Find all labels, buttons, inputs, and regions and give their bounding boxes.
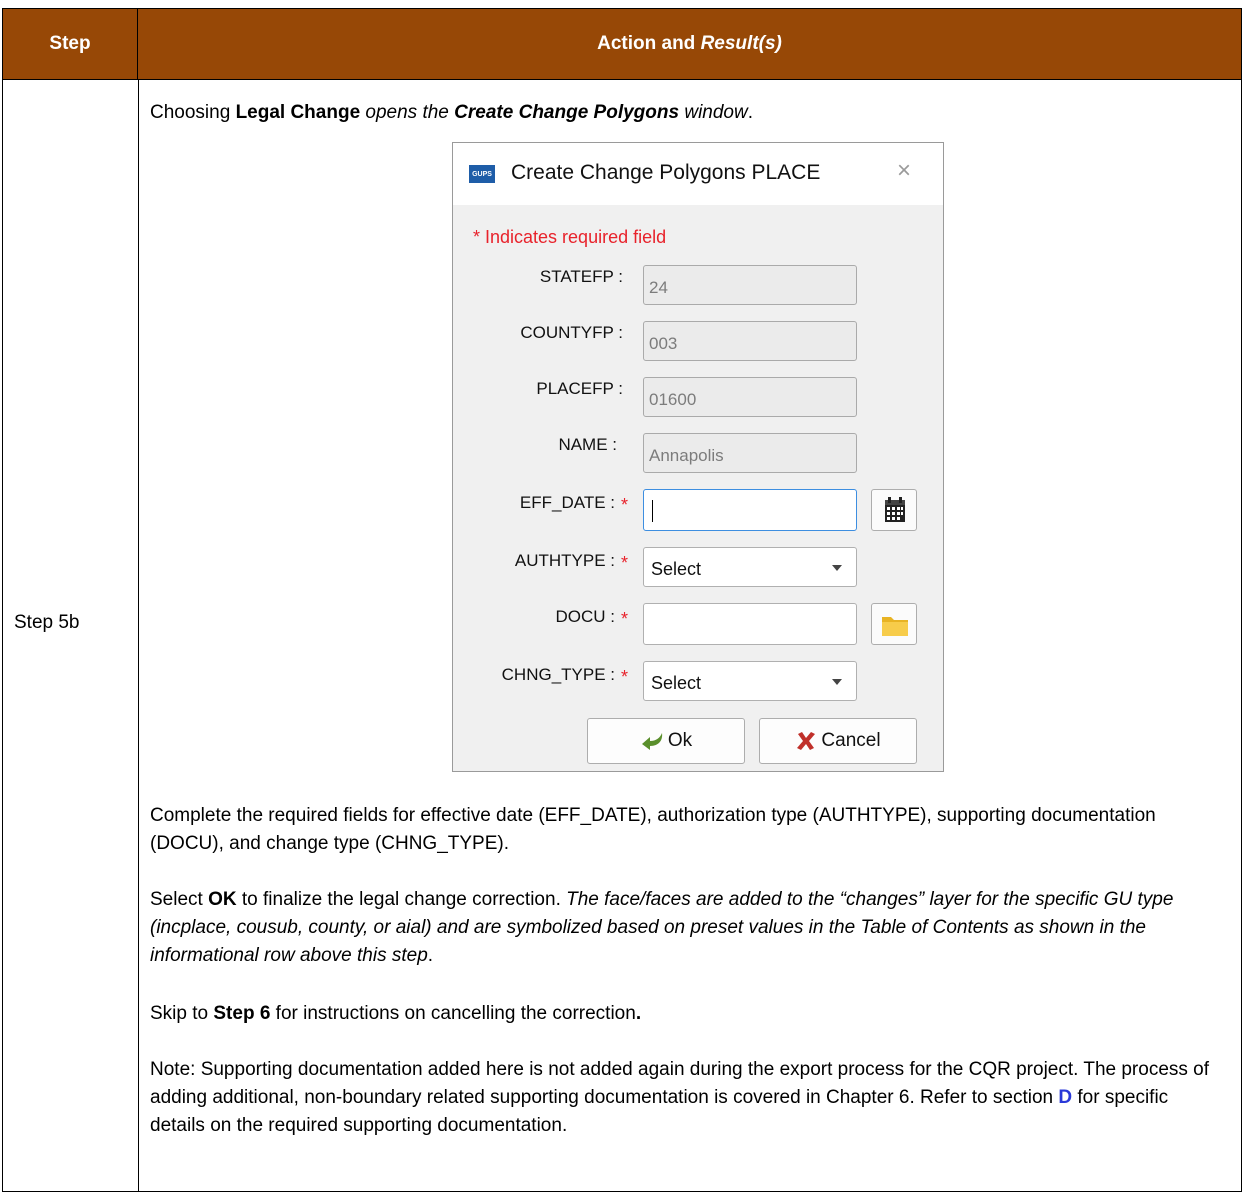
countyfp-label: COUNTYFP : — [520, 323, 623, 342]
browse-folder-button[interactable] — [871, 603, 917, 645]
chng-type-label: CHNG_TYPE : — [501, 665, 615, 684]
section-d-link[interactable]: D — [1058, 1087, 1072, 1108]
table-header: Step Action and Result(s) — [3, 9, 1241, 79]
chng-type-select[interactable]: Select — [643, 661, 857, 701]
column-divider — [138, 79, 139, 1191]
authtype-label: AUTHTYPE : — [514, 551, 615, 570]
gups-logo-icon: GUPS — [469, 165, 495, 183]
step-label: Step 5b — [14, 612, 80, 633]
folder-icon — [882, 617, 908, 636]
authtype-selected-value: Select — [651, 559, 702, 579]
cancel-button-label: Cancel — [821, 730, 881, 751]
header-result-text: Result(s) — [700, 33, 782, 54]
paragraph-select-ok: Select OK to finalize the legal change c… — [150, 889, 1174, 966]
placefp-field: 01600 — [643, 377, 857, 417]
paragraph-note: Note: Supporting documentation added her… — [150, 1059, 1215, 1136]
close-icon[interactable]: × — [897, 157, 911, 185]
required-field-note: * Indicates required field — [473, 227, 667, 247]
countyfp-field: 003 — [643, 321, 857, 361]
chevron-down-icon — [832, 565, 842, 571]
header-action: Action and Result(s) — [138, 9, 1241, 79]
chevron-down-icon — [832, 679, 842, 685]
header-step: Step — [3, 9, 138, 79]
cancel-button[interactable]: Cancel — [759, 718, 917, 764]
header-action-text: Action and — [597, 33, 701, 54]
text-caret — [652, 500, 653, 522]
dialog-titlebar: GUPS Create Change Polygons PLACE × — [453, 143, 943, 205]
eff-date-input[interactable] — [643, 489, 857, 531]
statefp-label: STATEFP : — [539, 267, 623, 286]
intro-text: Choosing Legal Change opens the Create C… — [150, 102, 753, 123]
dialog-title: Create Change Polygons PLACE — [511, 161, 821, 184]
statefp-field: 24 — [643, 265, 857, 305]
calendar-icon — [885, 497, 905, 522]
name-field: Annapolis — [643, 433, 857, 473]
paragraph-required-fields: Complete the required fields for effecti… — [150, 805, 1156, 854]
ok-button-label: Ok — [667, 730, 693, 751]
chng-type-required-star: * — [621, 667, 629, 687]
eff-date-label: EFF_DATE : — [519, 493, 615, 512]
calendar-button[interactable] — [871, 489, 917, 531]
red-x-icon — [797, 732, 816, 750]
authtype-required-star: * — [621, 553, 629, 573]
authtype-select[interactable]: Select — [643, 547, 857, 587]
paragraph-skip: Skip to Step 6 for instructions on cance… — [150, 1003, 642, 1024]
docu-label: DOCU : — [555, 607, 616, 626]
chng-type-selected-value: Select — [651, 673, 702, 693]
ok-button[interactable]: Ok — [587, 718, 745, 764]
header-divider — [3, 79, 1241, 80]
docu-input[interactable] — [643, 603, 857, 645]
docu-required-star: * — [621, 609, 629, 629]
green-arrow-icon — [641, 733, 663, 750]
name-label: NAME : — [558, 435, 617, 454]
eff-date-required-star: * — [621, 495, 629, 515]
create-change-polygons-dialog: GUPS Create Change Polygons PLACE × * In… — [452, 142, 944, 772]
placefp-label: PLACEFP : — [536, 379, 623, 398]
